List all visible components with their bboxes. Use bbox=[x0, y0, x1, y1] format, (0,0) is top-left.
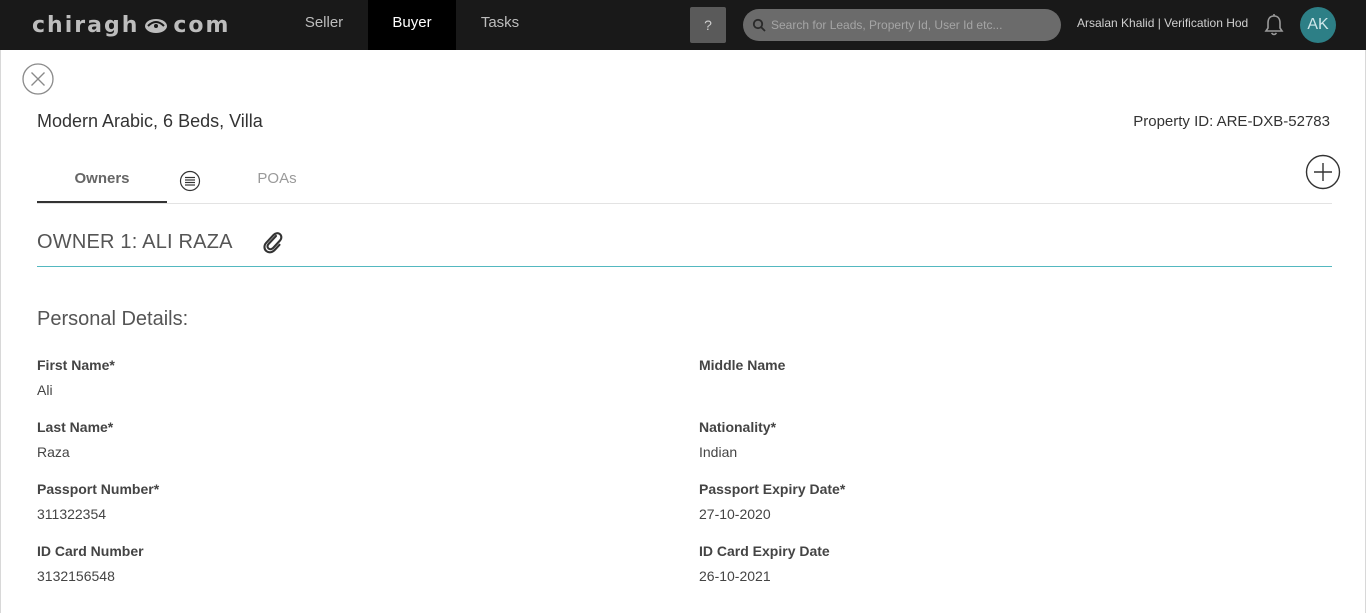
avatar[interactable]: AK bbox=[1300, 7, 1336, 43]
owner-heading: OWNER 1: ALI RAZA bbox=[37, 231, 233, 253]
bell-icon[interactable] bbox=[1263, 13, 1285, 37]
id-card-number-value: 3132156548 bbox=[37, 568, 115, 584]
logo[interactable]: chiragh com bbox=[32, 11, 230, 39]
tab-poas[interactable]: POAs bbox=[237, 155, 317, 203]
search-icon bbox=[752, 18, 766, 32]
top-navbar: chiragh com Seller Buyer Tasks ? Arsalan… bbox=[0, 0, 1366, 50]
passport-number-value: 311322354 bbox=[37, 506, 107, 522]
nav-tab-seller[interactable]: Seller bbox=[280, 0, 368, 50]
owner-divider bbox=[37, 266, 1332, 267]
nav-tab-tasks[interactable]: Tasks bbox=[456, 0, 544, 50]
search-input[interactable] bbox=[771, 9, 1051, 41]
logo-text-left: chiragh bbox=[32, 12, 140, 38]
property-id: Property ID: ARE-DXB-52783 bbox=[1133, 113, 1330, 130]
first-name-value: Ali bbox=[37, 382, 53, 398]
last-name-value: Raza bbox=[37, 444, 70, 460]
first-name-label: First Name* bbox=[37, 357, 115, 373]
paperclip-icon[interactable] bbox=[261, 230, 283, 254]
nationality-label: Nationality* bbox=[699, 419, 777, 435]
help-button[interactable]: ? bbox=[690, 7, 726, 43]
passport-number-label: Passport Number* bbox=[37, 481, 160, 497]
personal-details-title: Personal Details: bbox=[37, 308, 189, 330]
passport-expiry-label: Passport Expiry Date* bbox=[699, 481, 846, 497]
property-title: Modern Arabic, 6 Beds, Villa bbox=[37, 111, 263, 131]
close-icon[interactable] bbox=[22, 63, 54, 95]
logo-text-right: com bbox=[173, 12, 231, 38]
id-card-expiry-label: ID Card Expiry Date bbox=[699, 543, 830, 559]
logo-mark-icon bbox=[145, 19, 168, 33]
nationality-value: Indian bbox=[699, 444, 738, 460]
id-card-number-label: ID Card Number bbox=[37, 543, 144, 559]
property-owner-panel: Modern Arabic, 6 Beds, Villa Property ID… bbox=[0, 50, 1366, 613]
id-card-expiry-value: 26-10-2021 bbox=[699, 568, 771, 584]
passport-expiry-value: 27-10-2020 bbox=[699, 506, 771, 522]
user-label[interactable]: Arsalan Khalid | Verification Hod bbox=[1077, 16, 1248, 30]
list-icon[interactable] bbox=[179, 170, 201, 192]
middle-name-label: Middle Name bbox=[699, 357, 786, 373]
nav-tab-buyer[interactable]: Buyer bbox=[368, 0, 456, 50]
owner-tabs: Owners POAs bbox=[37, 155, 1332, 204]
add-owner-button[interactable] bbox=[1305, 154, 1341, 190]
tab-owners[interactable]: Owners bbox=[37, 155, 167, 203]
last-name-label: Last Name* bbox=[37, 419, 114, 435]
search-box[interactable] bbox=[743, 9, 1061, 41]
